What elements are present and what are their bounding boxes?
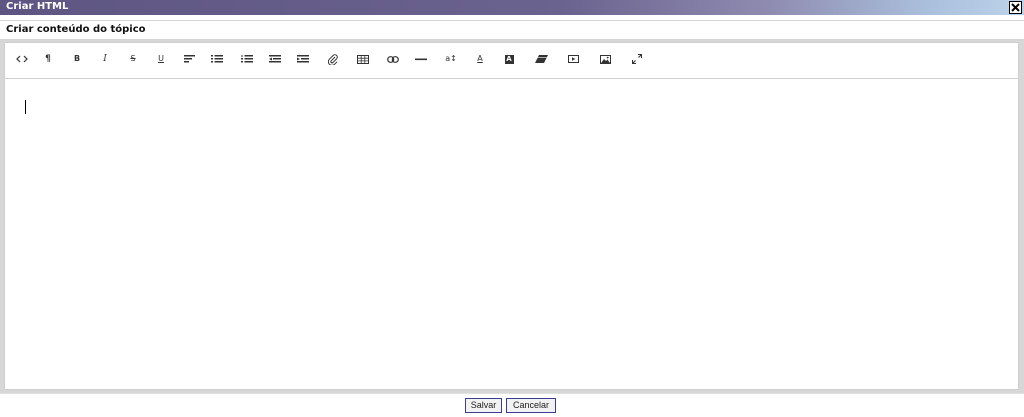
italic-icon: I xyxy=(103,54,107,64)
fullscreen-icon xyxy=(632,54,642,64)
paragraph-icon: ¶ xyxy=(45,54,51,64)
table-icon xyxy=(357,54,369,64)
outdent-button[interactable] xyxy=(265,50,285,68)
section-header: Criar conteúdo do tópico xyxy=(0,20,1024,40)
horizontal-rule-button[interactable] xyxy=(411,50,431,68)
underline-icon: U xyxy=(158,54,164,63)
video-icon xyxy=(567,55,579,63)
font-color-icon: A xyxy=(477,54,483,63)
font-size-icon: a↕ xyxy=(445,54,457,63)
highlight-color-button[interactable]: A xyxy=(499,50,519,68)
italic-button[interactable]: I xyxy=(95,50,115,68)
close-button[interactable] xyxy=(1009,1,1022,14)
dialog-footer: Salvar Cancelar xyxy=(0,393,1024,417)
strikethrough-icon: S xyxy=(130,54,136,63)
bold-button[interactable]: B xyxy=(67,50,87,68)
align-button[interactable] xyxy=(179,50,199,68)
editor-content-area[interactable] xyxy=(5,79,1018,389)
code-view-icon xyxy=(16,55,28,63)
editor-toolbar: ¶ B I S U a↕ A A xyxy=(5,43,1018,79)
font-size-button[interactable]: a↕ xyxy=(441,50,461,68)
table-button[interactable] xyxy=(353,50,373,68)
outdent-icon xyxy=(269,55,281,63)
font-color-button[interactable]: A xyxy=(470,50,490,68)
rich-text-editor: ¶ B I S U a↕ A A xyxy=(4,42,1019,390)
close-icon xyxy=(1011,3,1020,12)
eraser-button[interactable] xyxy=(531,50,551,68)
bulleted-list-icon xyxy=(211,55,223,63)
paragraph-button[interactable]: ¶ xyxy=(38,50,58,68)
dialog-titlebar: Criar HTML xyxy=(0,0,1024,15)
strikethrough-button[interactable]: S xyxy=(123,50,143,68)
highlight-color-icon: A xyxy=(504,54,514,64)
bold-icon: B xyxy=(73,54,81,63)
image-icon xyxy=(599,54,611,64)
fullscreen-button[interactable] xyxy=(627,50,647,68)
bulleted-list-button[interactable] xyxy=(207,50,227,68)
align-icon xyxy=(183,55,195,63)
numbered-list-button[interactable] xyxy=(237,50,257,68)
link-icon xyxy=(387,55,399,63)
indent-icon xyxy=(297,55,309,63)
editor-frame: ¶ B I S U a↕ A A xyxy=(0,40,1024,393)
section-title: Criar conteúdo do tópico xyxy=(6,24,146,35)
numbered-list-icon xyxy=(241,55,253,63)
cancel-button[interactable]: Cancelar xyxy=(506,398,556,413)
code-view-button[interactable] xyxy=(12,50,32,68)
eraser-icon xyxy=(534,55,548,63)
link-button[interactable] xyxy=(383,50,403,68)
attachment-button[interactable] xyxy=(323,50,343,68)
dialog-title: Criar HTML xyxy=(6,1,69,12)
image-button[interactable] xyxy=(595,50,615,68)
attachment-icon xyxy=(328,53,338,65)
text-cursor xyxy=(25,100,26,114)
underline-button[interactable]: U xyxy=(151,50,171,68)
indent-button[interactable] xyxy=(293,50,313,68)
video-button[interactable] xyxy=(563,50,583,68)
save-button[interactable]: Salvar xyxy=(465,398,502,413)
highlight-color-letter: A xyxy=(506,55,512,63)
horizontal-rule-icon xyxy=(415,58,427,60)
